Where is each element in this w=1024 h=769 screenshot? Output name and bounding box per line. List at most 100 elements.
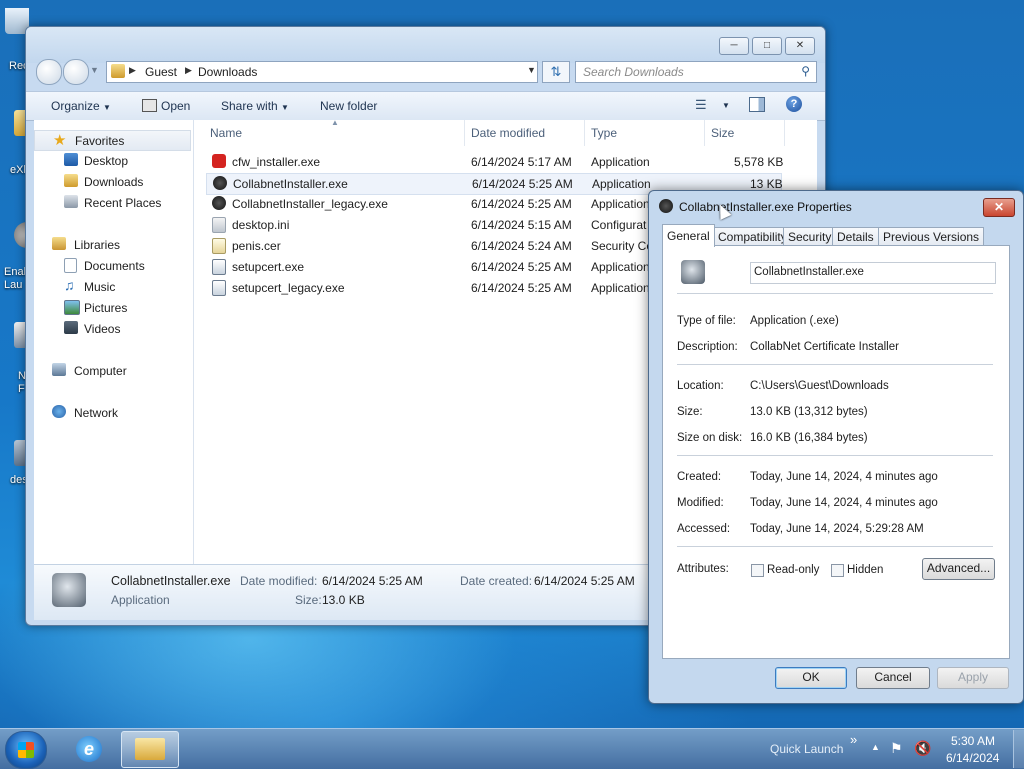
nav-libraries[interactable]: Libraries bbox=[34, 235, 192, 254]
nav-desktop[interactable]: Desktop bbox=[34, 151, 192, 170]
refresh-button[interactable]: ⇅ bbox=[542, 61, 570, 83]
column-divider[interactable] bbox=[704, 120, 705, 146]
tab-general[interactable]: General bbox=[662, 224, 715, 247]
new-folder-button[interactable]: New folder bbox=[320, 99, 377, 113]
network-icon bbox=[52, 405, 66, 418]
file-type: Configurat bbox=[591, 218, 647, 232]
search-input[interactable]: Search Downloads ⚲ bbox=[575, 61, 817, 83]
cfw-app-icon bbox=[212, 154, 226, 168]
description-label: Description: bbox=[677, 341, 738, 353]
readonly-checkbox[interactable] bbox=[751, 564, 764, 577]
filename-input[interactable]: CollabnetInstaller.exe bbox=[750, 262, 996, 284]
apply-button[interactable]: Apply bbox=[937, 667, 1009, 689]
show-desktop-button[interactable] bbox=[1013, 730, 1024, 768]
nav-computer[interactable]: Computer bbox=[34, 361, 192, 380]
accessed-label: Accessed: bbox=[677, 523, 731, 535]
folder-icon bbox=[135, 738, 165, 760]
config-file-icon bbox=[212, 217, 226, 233]
advanced-button[interactable]: Advanced... bbox=[922, 558, 995, 580]
address-dropdown-icon[interactable]: ▼ bbox=[527, 65, 536, 75]
music-icon: ♫ bbox=[64, 277, 75, 293]
general-tab-panel: CollabnetInstaller.exe Type of file: App… bbox=[662, 245, 1010, 659]
organize-button[interactable]: Organize ▼ bbox=[51, 99, 111, 113]
nav-recent-places[interactable]: Recent Places bbox=[34, 193, 192, 212]
description-value: CollabNet Certificate Installer bbox=[750, 341, 899, 353]
view-dropdown-icon[interactable]: ▼ bbox=[722, 101, 730, 110]
search-icon: ⚲ bbox=[801, 64, 810, 78]
action-center-flag-icon[interactable]: ⚑ bbox=[890, 740, 903, 757]
explorer-titlebar[interactable]: ─ □ ✕ bbox=[26, 27, 825, 63]
file-type: Security Ce bbox=[591, 239, 654, 253]
computer-icon bbox=[52, 363, 66, 376]
view-options-icon[interactable]: ☰ bbox=[695, 97, 707, 113]
nav-label: Recent Places bbox=[84, 196, 162, 210]
close-button[interactable]: ✕ bbox=[785, 37, 815, 55]
certificate-icon bbox=[212, 238, 226, 254]
hidden-checkbox[interactable] bbox=[831, 564, 844, 577]
minimize-button[interactable]: ─ bbox=[719, 37, 749, 55]
start-button[interactable] bbox=[5, 731, 47, 769]
column-header-type[interactable]: Type bbox=[591, 126, 617, 140]
open-button[interactable]: Open bbox=[142, 99, 190, 113]
column-divider[interactable] bbox=[464, 120, 465, 146]
column-header-date[interactable]: Date modified bbox=[471, 126, 545, 140]
nav-videos[interactable]: Videos bbox=[34, 319, 192, 338]
address-bar[interactable]: ▶ Guest ▶ Downloads ▼ bbox=[106, 61, 538, 83]
tab-details[interactable]: Details bbox=[832, 227, 879, 246]
preview-pane-icon[interactable] bbox=[749, 97, 765, 112]
nav-favorites[interactable]: ★ Favorites bbox=[34, 130, 191, 151]
maximize-button[interactable]: □ bbox=[752, 37, 782, 55]
share-with-button[interactable]: Share with ▼ bbox=[221, 99, 289, 113]
column-header-size[interactable]: Size bbox=[711, 126, 734, 140]
details-size-label: Size: bbox=[295, 593, 322, 607]
cancel-button[interactable]: Cancel bbox=[856, 667, 930, 689]
libraries-icon bbox=[52, 237, 66, 250]
star-icon: ★ bbox=[53, 132, 67, 149]
readonly-label[interactable]: Read-only bbox=[767, 564, 819, 576]
tab-previous-versions[interactable]: Previous Versions bbox=[878, 227, 985, 246]
divider bbox=[677, 546, 993, 547]
file-date: 6/14/2024 5:25 AM bbox=[472, 177, 573, 191]
nav-pictures[interactable]: Pictures bbox=[34, 298, 192, 317]
nav-documents[interactable]: Documents bbox=[34, 256, 192, 275]
breadcrumb-downloads[interactable]: Downloads bbox=[198, 65, 257, 79]
file-name: desktop.ini bbox=[232, 218, 290, 232]
nav-music[interactable]: ♫ Music bbox=[34, 277, 192, 296]
quick-launch-label[interactable]: Quick Launch bbox=[770, 742, 843, 756]
clock-date[interactable]: 6/14/2024 bbox=[946, 751, 999, 765]
divider bbox=[677, 364, 993, 365]
filename-value: CollabnetInstaller.exe bbox=[754, 266, 864, 278]
ok-button[interactable]: OK bbox=[775, 667, 847, 689]
recent-pages-chevron-icon[interactable]: ▼ bbox=[90, 65, 99, 75]
tab-security[interactable]: Security bbox=[783, 227, 837, 246]
column-divider[interactable] bbox=[784, 120, 785, 146]
help-icon[interactable]: ? bbox=[786, 96, 802, 112]
quick-launch-chevron-icon[interactable]: » bbox=[850, 732, 857, 747]
column-header-name[interactable]: Name bbox=[210, 126, 242, 140]
divider bbox=[677, 455, 993, 456]
organize-label: Organize bbox=[51, 99, 100, 113]
clock-time[interactable]: 5:30 AM bbox=[951, 734, 995, 748]
chevron-down-icon: ▼ bbox=[103, 103, 111, 112]
internet-explorer-icon: e bbox=[76, 736, 102, 762]
exe-file-icon bbox=[212, 280, 226, 296]
nav-downloads[interactable]: Downloads bbox=[34, 172, 192, 191]
file-size: 13 KB bbox=[750, 177, 783, 191]
back-button[interactable] bbox=[36, 59, 62, 85]
file-name: cfw_installer.exe bbox=[232, 155, 321, 169]
command-bar: Organize ▼ Open Share with ▼ New folder … bbox=[26, 91, 825, 121]
volume-muted-icon[interactable]: 🔇 bbox=[914, 740, 931, 757]
breadcrumb-guest[interactable]: Guest bbox=[145, 65, 177, 79]
properties-dialog: CollabnetInstaller.exe Properties ✕ Gene… bbox=[648, 190, 1024, 704]
tab-compatibility[interactable]: Compatibility bbox=[713, 227, 792, 246]
file-type: Application bbox=[591, 281, 650, 295]
taskbar-explorer[interactable] bbox=[121, 731, 179, 768]
forward-button[interactable] bbox=[63, 59, 89, 85]
column-divider[interactable] bbox=[584, 120, 585, 146]
file-row[interactable]: cfw_installer.exe 6/14/2024 5:17 AM Appl… bbox=[206, 152, 783, 172]
show-hidden-icons[interactable]: ▲ bbox=[871, 742, 880, 752]
hidden-label[interactable]: Hidden bbox=[847, 564, 883, 576]
dialog-close-button[interactable]: ✕ bbox=[983, 198, 1015, 217]
taskbar-internet-explorer[interactable]: e bbox=[62, 732, 116, 766]
nav-network[interactable]: Network bbox=[34, 403, 192, 422]
